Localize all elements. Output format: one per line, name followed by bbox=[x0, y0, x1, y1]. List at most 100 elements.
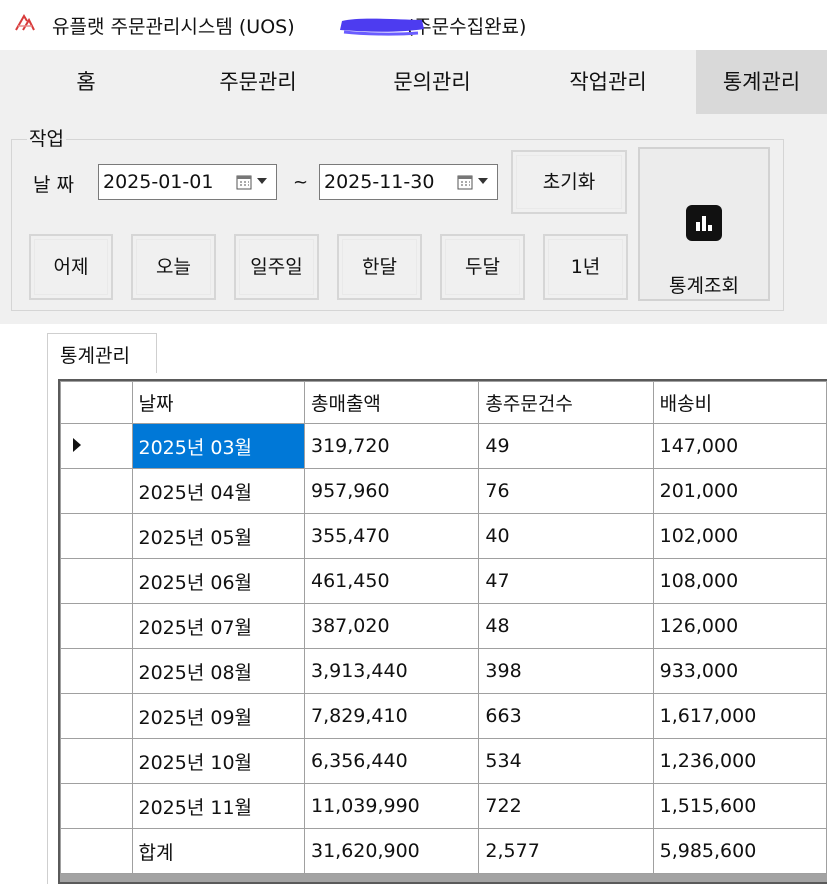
menu-order-management[interactable]: 주문관리 bbox=[172, 50, 344, 114]
cell-total-orders[interactable]: 722 bbox=[478, 783, 654, 829]
date-to-value: 2025-11-30 bbox=[324, 171, 435, 193]
table-row[interactable]: 2025년 11월 11,039,990 722 1,515,600 bbox=[60, 783, 827, 829]
cell-total-sales[interactable]: 3,913,440 bbox=[303, 648, 480, 694]
cell-total-orders[interactable]: 663 bbox=[478, 693, 654, 739]
cell-shipping-fee[interactable]: 201,000 bbox=[652, 468, 827, 514]
cell-total-orders[interactable]: 49 bbox=[478, 423, 654, 469]
table-row[interactable]: 2025년 04월 957,960 76 201,000 bbox=[60, 468, 827, 514]
table-header-row: 날짜 총매출액 총주문건수 배송비 bbox=[60, 381, 827, 424]
row-header[interactable] bbox=[60, 423, 133, 469]
cell-shipping-fee[interactable]: 108,000 bbox=[652, 558, 827, 604]
cell-total-orders[interactable]: 2,577 bbox=[478, 828, 654, 874]
cell-total-orders[interactable]: 76 bbox=[478, 468, 654, 514]
one-month-button[interactable]: 한달 bbox=[337, 234, 422, 300]
tab-statistics[interactable]: 통계관리 bbox=[47, 333, 157, 373]
cell-total-orders[interactable]: 534 bbox=[478, 738, 654, 784]
yesterday-button[interactable]: 어제 bbox=[29, 234, 113, 300]
stats-grid: 날짜 총매출액 총주문건수 배송비 2025년 03월 319,720 49 147,… bbox=[58, 379, 827, 884]
table-body: 2025년 03월 319,720 49 147,000 2025년 04월 957,96… bbox=[60, 423, 827, 874]
date-range-separator: ~ bbox=[293, 172, 309, 193]
cell-total-sales[interactable]: 319,720 bbox=[303, 423, 480, 469]
title-bar: 유플랫 주문관리시스템 (UOS) (주문수집완료) bbox=[0, 0, 827, 50]
cell-total-sales[interactable]: 387,020 bbox=[303, 603, 480, 649]
table-row[interactable]: 합계 31,620,900 2,577 5,985,600 bbox=[60, 828, 827, 874]
date-from-picker[interactable]: 2025-01-01 bbox=[98, 164, 277, 200]
row-header[interactable] bbox=[60, 693, 133, 739]
today-button[interactable]: 오늘 bbox=[131, 234, 216, 300]
cell-date[interactable]: 2025년 11월 bbox=[131, 783, 305, 829]
stats-query-label: 통계조회 bbox=[669, 275, 739, 297]
date-to-picker[interactable]: 2025-11-30 bbox=[319, 164, 498, 200]
table-row[interactable]: 2025년 08월 3,913,440 398 933,000 bbox=[60, 648, 827, 694]
cell-shipping-fee[interactable]: 1,617,000 bbox=[652, 693, 827, 739]
two-months-button-label: 두달 bbox=[465, 256, 500, 278]
row-header[interactable] bbox=[60, 828, 133, 874]
reset-button[interactable]: 초기화 bbox=[511, 150, 627, 214]
cell-date[interactable]: 2025년 10월 bbox=[131, 738, 305, 784]
cell-shipping-fee[interactable]: 1,515,600 bbox=[652, 783, 827, 829]
one-year-button[interactable]: 1년 bbox=[543, 234, 628, 300]
cell-date[interactable]: 2025년 08월 bbox=[131, 648, 305, 694]
cell-shipping-fee[interactable]: 5,985,600 bbox=[652, 828, 827, 874]
row-header[interactable] bbox=[60, 783, 133, 829]
cell-total-sales[interactable]: 957,960 bbox=[303, 468, 480, 514]
yesterday-button-label: 어제 bbox=[53, 256, 89, 278]
calendar-icon bbox=[457, 175, 473, 190]
cell-total-sales[interactable]: 7,829,410 bbox=[303, 693, 480, 739]
dropdown-arrow-icon[interactable] bbox=[478, 178, 488, 184]
app-logo-icon bbox=[15, 14, 35, 31]
one-week-button-label: 일주일 bbox=[250, 256, 303, 278]
row-header[interactable] bbox=[60, 468, 133, 514]
row-header-corner bbox=[60, 381, 133, 424]
cell-shipping-fee[interactable]: 1,236,000 bbox=[652, 738, 827, 784]
date-label: 날 짜 bbox=[33, 174, 74, 196]
cell-shipping-fee[interactable]: 102,000 bbox=[652, 513, 827, 559]
menu-statistics-management[interactable]: 통계관리 bbox=[696, 50, 827, 114]
cell-total-sales[interactable]: 461,450 bbox=[303, 558, 480, 604]
one-month-button-label: 한달 bbox=[362, 256, 397, 278]
cell-date[interactable]: 2025년 06월 bbox=[131, 558, 305, 604]
table-row[interactable]: 2025년 10월 6,356,440 534 1,236,000 bbox=[60, 738, 827, 784]
table-row[interactable]: 2025년 07월 387,020 48 126,000 bbox=[60, 603, 827, 649]
dropdown-arrow-icon[interactable] bbox=[257, 178, 267, 184]
bar-chart-icon bbox=[686, 205, 722, 241]
cell-total-orders[interactable]: 48 bbox=[478, 603, 654, 649]
menu-inquiry-management[interactable]: 문의관리 bbox=[344, 50, 520, 114]
column-header-shipping-fee[interactable]: 배송비 bbox=[652, 381, 827, 424]
table-row[interactable]: 2025년 09월 7,829,410 663 1,617,000 bbox=[60, 693, 827, 739]
cell-date[interactable]: 2025년 05월 bbox=[131, 513, 305, 559]
cell-date[interactable]: 합계 bbox=[131, 828, 305, 874]
cell-total-sales[interactable]: 31,620,900 bbox=[303, 828, 480, 874]
cell-total-sales[interactable]: 6,356,440 bbox=[303, 738, 480, 784]
column-header-date[interactable]: 날짜 bbox=[131, 381, 305, 424]
table-row[interactable]: 2025년 06월 461,450 47 108,000 bbox=[60, 558, 827, 604]
cell-date[interactable]: 2025년 07월 bbox=[131, 603, 305, 649]
row-header[interactable] bbox=[60, 558, 133, 604]
cell-total-orders[interactable]: 40 bbox=[478, 513, 654, 559]
cell-date[interactable]: 2025년 03월 bbox=[131, 423, 305, 469]
row-header[interactable] bbox=[60, 603, 133, 649]
cell-date[interactable]: 2025년 04월 bbox=[131, 468, 305, 514]
stats-query-button[interactable]: 통계조회 bbox=[638, 147, 770, 301]
column-header-total-orders[interactable]: 총주문건수 bbox=[478, 381, 654, 424]
table-row[interactable]: 2025년 03월 319,720 49 147,000 bbox=[60, 423, 827, 469]
cell-total-sales[interactable]: 11,039,990 bbox=[303, 783, 480, 829]
cell-date[interactable]: 2025년 09월 bbox=[131, 693, 305, 739]
cell-shipping-fee[interactable]: 147,000 bbox=[652, 423, 827, 469]
cell-total-orders[interactable]: 398 bbox=[478, 648, 654, 694]
table-row[interactable]: 2025년 05월 355,470 40 102,000 bbox=[60, 513, 827, 559]
row-header[interactable] bbox=[60, 648, 133, 694]
menu-home[interactable]: 홈 bbox=[0, 50, 172, 114]
reset-button-label: 초기화 bbox=[542, 171, 596, 193]
date-from-value: 2025-01-01 bbox=[103, 171, 214, 193]
column-header-total-sales[interactable]: 총매출액 bbox=[303, 381, 480, 424]
cell-shipping-fee[interactable]: 933,000 bbox=[652, 648, 827, 694]
menu-task-management[interactable]: 작업관리 bbox=[520, 50, 696, 114]
cell-shipping-fee[interactable]: 126,000 bbox=[652, 603, 827, 649]
row-header[interactable] bbox=[60, 738, 133, 784]
cell-total-sales[interactable]: 355,470 bbox=[303, 513, 480, 559]
cell-total-orders[interactable]: 47 bbox=[478, 558, 654, 604]
one-week-button[interactable]: 일주일 bbox=[234, 234, 319, 300]
two-months-button[interactable]: 두달 bbox=[440, 234, 525, 300]
row-header[interactable] bbox=[60, 513, 133, 559]
